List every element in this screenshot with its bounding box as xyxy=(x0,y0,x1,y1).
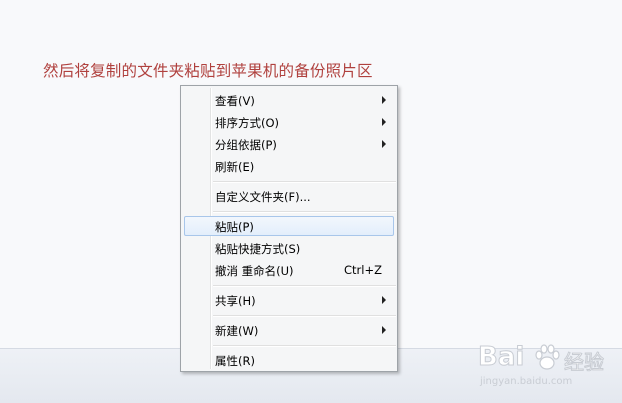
menu-separator xyxy=(213,181,396,183)
menu-item-label: 分组依据(P) xyxy=(215,138,277,152)
menu-item-new[interactable]: 新建(W) xyxy=(184,320,394,340)
menu-item-group-by[interactable]: 分组依据(P) xyxy=(184,134,394,154)
menu-separator xyxy=(213,211,396,213)
context-menu: 查看(V) 排序方式(O) 分组依据(P) 刷新(E) 自定义文件夹(F)...… xyxy=(180,85,398,372)
submenu-arrow-icon xyxy=(382,118,386,126)
baidu-paw-icon xyxy=(535,344,560,370)
menu-item-label: 粘贴快捷方式(S) xyxy=(215,242,301,256)
menu-item-shortcut: Ctrl+Z xyxy=(344,263,382,277)
menu-item-paste-shortcut[interactable]: 粘贴快捷方式(S) xyxy=(184,238,394,258)
submenu-arrow-icon xyxy=(382,96,386,104)
menu-item-label: 查看(V) xyxy=(215,94,255,108)
submenu-arrow-icon xyxy=(382,326,386,334)
menu-item-label: 属性(R) xyxy=(215,354,255,368)
menu-item-view[interactable]: 查看(V) xyxy=(184,90,394,110)
menu-item-properties[interactable]: 属性(R) xyxy=(184,350,394,370)
menu-item-label: 自定义文件夹(F)... xyxy=(215,190,311,204)
menu-item-label: 共享(H) xyxy=(215,294,256,308)
menu-item-label: 撤消 重命名(U) xyxy=(215,264,294,278)
watermark-url: jingyan.baidu.com xyxy=(480,376,573,387)
menu-item-label: 新建(W) xyxy=(215,324,259,338)
menu-separator xyxy=(213,285,396,287)
menu-separator xyxy=(213,315,396,317)
baidu-jingyan-watermark: Bai 经验 jingyan.baidu.com xyxy=(477,342,618,398)
watermark-brand-text: Bai xyxy=(477,342,525,373)
menu-item-share[interactable]: 共享(H) xyxy=(184,290,394,310)
menu-item-customize-folder[interactable]: 自定义文件夹(F)... xyxy=(184,186,394,206)
menu-item-label: 排序方式(O) xyxy=(215,116,280,130)
menu-item-undo-rename[interactable]: 撤消 重命名(U) Ctrl+Z xyxy=(184,260,394,280)
submenu-arrow-icon xyxy=(382,140,386,148)
menu-item-paste[interactable]: 粘贴(P) xyxy=(184,216,394,236)
menu-separator xyxy=(213,345,396,347)
menu-item-refresh[interactable]: 刷新(E) xyxy=(184,156,394,176)
menu-item-label: 刷新(E) xyxy=(215,160,255,174)
submenu-arrow-icon xyxy=(382,296,386,304)
menu-item-sort-by[interactable]: 排序方式(O) xyxy=(184,112,394,132)
menu-item-label: 粘贴(P) xyxy=(215,220,254,234)
watermark-brand-suffix: 经验 xyxy=(564,350,605,375)
instruction-caption: 然后将复制的文件夹粘贴到苹果机的备份照片区 xyxy=(43,62,373,80)
